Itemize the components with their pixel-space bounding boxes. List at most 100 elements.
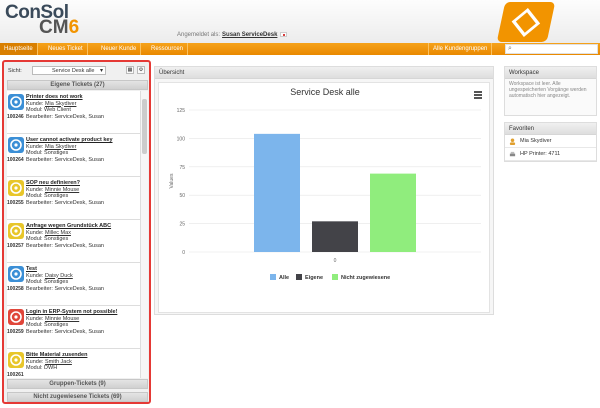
arrow-icon bbox=[8, 309, 24, 325]
ticket-list-scrollbar[interactable] bbox=[140, 91, 148, 378]
favorite-item[interactable]: HP Printer: 4711 bbox=[505, 148, 596, 161]
ticket-editor-label: Bearbeiter: bbox=[26, 285, 55, 292]
ticket-customer-value[interactable]: Mia Skydiver bbox=[45, 101, 76, 107]
ticket-customer-value[interactable]: Millec Max bbox=[45, 230, 71, 236]
settings-icon[interactable]: ⚙ bbox=[137, 66, 145, 74]
ticket-editor-label: Bearbeiter: bbox=[26, 328, 55, 335]
unassigned-tickets-header[interactable]: Nicht zugewiesene Tickets (69) bbox=[7, 392, 148, 402]
ticket-customer-label: Kunde: bbox=[26, 186, 45, 193]
ticket-editor: Bearbeiter: ServiceDesk, Susan bbox=[26, 200, 140, 207]
bar-chart: 0 25 50 75 100 125 Values 0 Alle Eigene Nicht zuge… bbox=[169, 108, 481, 281]
favorite-item[interactable]: Mia Skydiver bbox=[505, 135, 596, 148]
view-label: Sicht: bbox=[8, 68, 22, 74]
arrow-icon bbox=[8, 180, 24, 196]
login-user[interactable]: Susan ServiceDesk bbox=[222, 32, 277, 38]
logo-cm6: CM6 bbox=[39, 18, 79, 38]
view-select[interactable]: Service Desk alle bbox=[32, 66, 106, 75]
ticket-editor: Bearbeiter: ServiceDesk, Susan bbox=[26, 243, 140, 250]
app-header: ConSol CM6 Angemeldet als: Susan ServiceD… bbox=[0, 0, 600, 43]
arrow-icon bbox=[8, 223, 24, 239]
workspace-text: Workspace ist leer. Alle ungespeicherten… bbox=[509, 81, 587, 99]
arrow-icon bbox=[8, 266, 24, 282]
ticket-item[interactable]: 100259 Login in ERP-System not possible! K… bbox=[7, 306, 140, 349]
ticket-customer-label: Kunde: bbox=[26, 229, 45, 236]
y-axis-label: Values bbox=[169, 173, 175, 188]
x-tick-label: 0 bbox=[334, 258, 337, 264]
ticket-module-label: Modul: bbox=[26, 365, 45, 371]
ticket-module-label: Modul: bbox=[26, 322, 45, 328]
gear-icon bbox=[8, 137, 24, 153]
ticket-number: 100264 bbox=[7, 157, 24, 163]
ticket-customer-label: Kunde: bbox=[26, 315, 45, 322]
ticket-item[interactable]: 100261 Bitte Material zusenden Kunde: Smit… bbox=[7, 349, 140, 378]
logo-cm: CM bbox=[39, 17, 69, 38]
ticket-module-value: Sonstiges bbox=[44, 322, 69, 328]
nav-ressourcen[interactable]: Ressourcen bbox=[147, 43, 189, 55]
ticket-item[interactable]: 100258 Test Kunde: Daisy Duck Modul: Sonsti… bbox=[7, 263, 140, 306]
y-tick-label: 50 bbox=[179, 193, 185, 199]
printer-icon bbox=[509, 151, 516, 157]
search-input[interactable]: ⌕ bbox=[505, 44, 598, 54]
grid-view-icon[interactable]: ▦ bbox=[126, 66, 134, 74]
nav-hauptseite[interactable]: Hauptseite bbox=[0, 43, 38, 55]
nav-neues-ticket[interactable]: Neues Ticket bbox=[44, 43, 88, 55]
workspace-header: Workspace bbox=[505, 67, 596, 79]
ticket-module: Modul: DWH bbox=[26, 365, 140, 372]
favorite-label: Mia Skydiver bbox=[520, 138, 552, 144]
workspace-panel: Workspace Workspace ist leer. Alle unges… bbox=[504, 66, 597, 116]
y-tick-label: 75 bbox=[179, 165, 185, 171]
legend-label: Nicht zugewiesene bbox=[341, 275, 390, 281]
legend-swatch bbox=[332, 274, 338, 280]
ticket-editor-value: ServiceDesk, Susan bbox=[54, 156, 104, 163]
ticket-item[interactable]: 100255 SOP neu definieren? Kunde: Minnie M… bbox=[7, 177, 140, 220]
arrow-icon bbox=[8, 352, 24, 368]
bar-nicht-zugewiesene bbox=[370, 173, 416, 252]
ticket-customer-value[interactable]: Mia Skydiver bbox=[45, 144, 76, 150]
favorites-header: Favoriten bbox=[505, 123, 596, 135]
ticket-module-value: Sonstiges bbox=[44, 236, 69, 242]
ticket-module-label: Modul: bbox=[26, 107, 45, 113]
favorite-label: HP Printer: 4711 bbox=[520, 151, 561, 157]
view-selector: Sicht: Service Desk alle ▦ ⚙ bbox=[7, 65, 148, 77]
ticket-customer-value[interactable]: Minnie Mouse bbox=[45, 316, 79, 322]
ticket-customer-value[interactable]: Daisy Duck bbox=[45, 273, 73, 279]
ticket-number: 100246 bbox=[7, 114, 24, 120]
ticket-editor: Bearbeiter: ServiceDesk, Susan bbox=[26, 114, 140, 121]
ticket-item[interactable]: 100257 Anfrage wegen Grundstück ABC Kunde:… bbox=[7, 220, 140, 263]
overview-panel: Übersicht Service Desk alle 0 25 50 75 100 12… bbox=[154, 66, 494, 315]
consol-cube-logo-icon bbox=[496, 2, 556, 42]
ticket-module-value: Sonstiges bbox=[44, 193, 69, 199]
ticket-module-value: Sonstiges bbox=[44, 279, 69, 285]
ticket-customer-label: Kunde: bbox=[26, 272, 45, 279]
ticket-customer-label: Kunde: bbox=[26, 100, 45, 107]
gear-icon bbox=[8, 94, 24, 110]
legend-swatch bbox=[270, 274, 276, 280]
ticket-customer-value[interactable]: Smith Jack bbox=[45, 359, 72, 365]
nav-alle-kundengruppen[interactable]: Alle Kundengruppen bbox=[428, 43, 493, 55]
ticket-module-label: Modul: bbox=[26, 150, 45, 156]
language-flag-icon[interactable] bbox=[280, 32, 288, 37]
ticket-module-label: Modul: bbox=[26, 193, 45, 199]
nav-neuer-kunde[interactable]: Neuer Kunde bbox=[97, 43, 142, 55]
ticket-editor-label: Bearbeiter: bbox=[26, 242, 55, 249]
chart-container: Service Desk alle 0 25 50 75 100 125 Values 0 Al… bbox=[158, 82, 490, 313]
ticket-editor: Bearbeiter: ServiceDesk, Susan bbox=[26, 329, 140, 336]
ticket-number: 100261 bbox=[7, 372, 24, 378]
legend-label: Alle bbox=[279, 275, 289, 281]
bar-eigene bbox=[312, 221, 358, 252]
person-icon bbox=[509, 138, 516, 145]
scrollbar-thumb[interactable] bbox=[142, 99, 147, 154]
y-tick-label: 0 bbox=[182, 250, 185, 256]
ticket-number: 100259 bbox=[7, 329, 24, 335]
ticket-item[interactable]: 100246 Printer does not work Kunde: Mia Sk… bbox=[7, 91, 140, 134]
group-tickets-header[interactable]: Gruppen-Tickets (9) bbox=[7, 379, 148, 389]
ticket-editor-label: Bearbeiter: bbox=[26, 113, 55, 120]
ticket-item[interactable]: 100264 User cannot activate product key Ku… bbox=[7, 134, 140, 177]
overview-header: Übersicht bbox=[155, 67, 493, 79]
ticket-customer-value[interactable]: Minnie Mouse bbox=[45, 187, 79, 193]
login-info: Angemeldet als: Susan ServiceDesk bbox=[177, 32, 288, 38]
ticket-number: 100258 bbox=[7, 286, 24, 292]
ticket-list: 100246 Printer does not work Kunde: Mia Sk… bbox=[7, 91, 140, 378]
ticket-editor-value: ServiceDesk, Susan bbox=[54, 113, 104, 120]
own-tickets-header[interactable]: Eigene Tickets (27) bbox=[7, 80, 148, 90]
